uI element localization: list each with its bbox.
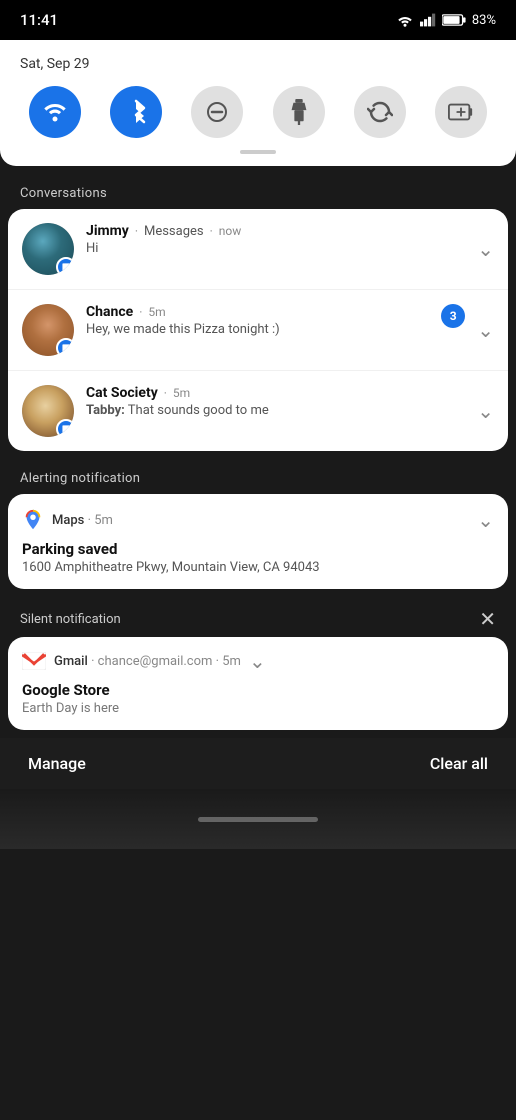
maps-expand-icon[interactable]: ⌄ <box>477 508 494 532</box>
jimmy-expand-icon[interactable]: ⌄ <box>477 237 494 261</box>
notif-chance-time: 5m <box>148 305 165 319</box>
qs-rotate-button[interactable] <box>354 86 406 138</box>
silent-section-header: Silent notification ✕ <box>0 597 516 637</box>
notif-jimmy-body: Hi <box>86 241 469 256</box>
alerting-card: Maps · 5m ⌄ Parking saved 1600 Amphithea… <box>8 494 508 589</box>
wifi-icon <box>396 13 414 27</box>
qs-flashlight-button[interactable] <box>273 86 325 138</box>
chance-unread-badge: 3 <box>441 304 465 328</box>
home-indicator[interactable] <box>198 817 318 822</box>
notif-chance-name: Chance <box>86 304 133 320</box>
qs-drag-handle[interactable] <box>240 150 276 154</box>
silent-card: Gmail · chance@gmail.com · 5m ⌄ Google S… <box>8 637 508 730</box>
gmail-body: Earth Day is here <box>22 701 494 716</box>
qs-toggles <box>20 86 496 138</box>
qs-battery-button[interactable] <box>435 86 487 138</box>
bottom-bar: Manage Clear all <box>0 738 516 789</box>
conversations-label: Conversations <box>0 174 516 209</box>
conversations-card: Jimmy · Messages · now Hi ⌄ Chance · 5m <box>8 209 508 451</box>
qs-date: Sat, Sep 29 <box>20 56 496 72</box>
status-bar: 11:41 83% <box>0 0 516 40</box>
maps-pin-icon <box>22 509 44 531</box>
gmail-notification[interactable]: Gmail · chance@gmail.com · 5m ⌄ Google S… <box>8 637 508 730</box>
avatar-cat-society <box>22 385 74 437</box>
maps-title: Parking saved <box>22 540 494 558</box>
qs-dnd-button[interactable] <box>191 86 243 138</box>
qs-bluetooth-button[interactable] <box>110 86 162 138</box>
notif-chance-body: Hey, we made this Pizza tonight :) <box>86 322 441 337</box>
signal-icon <box>420 13 436 27</box>
notif-chance-content: Chance · 5m Hey, we made this Pizza toni… <box>86 304 441 337</box>
quick-settings-panel: Sat, Sep 29 <box>0 40 516 166</box>
notif-cat-content: Cat Society · 5m Tabby: That sounds good… <box>86 385 469 418</box>
gmail-app-info: Gmail · chance@gmail.com · 5m <box>54 654 241 669</box>
maps-notification[interactable]: Maps · 5m ⌄ Parking saved 1600 Amphithea… <box>8 494 508 589</box>
cat-expand-icon[interactable]: ⌄ <box>477 399 494 423</box>
notif-jimmy-content: Jimmy · Messages · now Hi <box>86 223 469 256</box>
avatar-jimmy <box>22 223 74 275</box>
battery-percent: 83% <box>472 13 496 28</box>
status-time: 11:41 <box>20 11 58 29</box>
qs-bluetooth-icon <box>125 99 147 125</box>
silent-label: Silent notification <box>20 612 121 627</box>
status-icons: 83% <box>396 13 496 28</box>
notif-chance[interactable]: Chance · 5m Hey, we made this Pizza toni… <box>8 290 508 371</box>
alerting-label: Alerting notification <box>0 459 516 494</box>
notif-cat-society[interactable]: Cat Society · 5m Tabby: That sounds good… <box>8 371 508 451</box>
qs-battery-saver-icon <box>448 101 474 123</box>
qs-wifi-icon <box>42 101 68 123</box>
gmail-title: Google Store <box>22 681 494 699</box>
notif-jimmy-name: Jimmy <box>86 223 129 239</box>
qs-rotate-icon <box>367 99 393 125</box>
notif-jimmy-time: now <box>219 224 242 238</box>
qs-wifi-button[interactable] <box>29 86 81 138</box>
messages-badge-jimmy <box>56 257 74 275</box>
messages-badge-cat <box>56 419 74 437</box>
messages-badge-chance <box>56 338 74 356</box>
clear-all-button[interactable]: Clear all <box>430 754 488 773</box>
bottom-blur-area <box>0 789 516 849</box>
maps-app-label: Maps · 5m <box>52 513 469 528</box>
chance-expand-icon[interactable]: ⌄ <box>477 318 494 342</box>
qs-flashlight-icon <box>289 99 309 125</box>
silent-close-icon[interactable]: ✕ <box>479 607 496 631</box>
qs-dnd-icon <box>205 100 229 124</box>
gmail-expand-icon[interactable]: ⌄ <box>249 649 266 673</box>
battery-icon <box>442 13 466 27</box>
manage-button[interactable]: Manage <box>28 754 86 773</box>
notif-cat-name: Cat Society <box>86 385 158 401</box>
notif-cat-body: Tabby: That sounds good to me <box>86 403 469 418</box>
maps-body: 1600 Amphitheatre Pkwy, Mountain View, C… <box>22 560 494 575</box>
gmail-icon <box>22 652 46 670</box>
notif-jimmy[interactable]: Jimmy · Messages · now Hi ⌄ <box>8 209 508 290</box>
avatar-chance <box>22 304 74 356</box>
notif-cat-time: 5m <box>173 386 190 400</box>
notif-jimmy-app: Messages <box>144 224 204 239</box>
